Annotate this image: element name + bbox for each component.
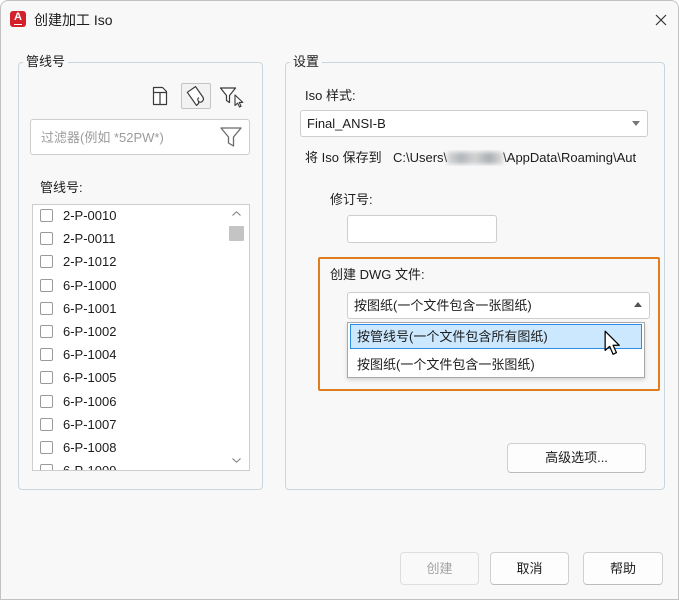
funnel-icon[interactable] [219,125,243,150]
redacted-username [447,152,504,164]
create-iso-dialog: A 创建加工 Iso 管线号 管线号: 2-P-00102-P-00112-P-… [0,0,679,600]
list-item-label: 6-P-1009 [63,463,117,471]
list-item-label: 6-P-1001 [63,300,117,316]
list-item-checkbox[interactable] [40,232,53,246]
tag-icon [186,85,205,107]
pipeline-listbox[interactable]: 2-P-0010 2-P-0011 2-P-1012 6-P-1000 6-P-1001… [32,204,250,471]
list-item-label: 6-P-1008 [63,439,117,455]
page-icon [152,86,168,106]
list-item-checkbox[interactable] [40,255,53,269]
create-dwg-option-by-pipeline[interactable]: 按管线号(一个文件包含所有图纸) [350,324,642,349]
list-item[interactable]: 6-P-1000 [33,274,227,297]
page-tool-button[interactable] [151,86,169,106]
app-icon-letter: A [14,11,22,23]
list-item-label: 6-P-1007 [63,416,117,432]
iso-style-dropdown[interactable]: Final_ANSI-B [300,110,648,137]
chevron-down-icon[interactable] [232,458,241,463]
filter-cursor-icon [219,87,244,108]
advanced-options-button[interactable]: 高级选项... [507,443,646,473]
close-button[interactable] [654,13,668,27]
list-item-checkbox[interactable] [40,209,53,222]
iso-style-label: Iso 样式: [305,88,356,103]
list-item[interactable]: 6-P-1007 [33,413,227,436]
create-dwg-selected: 按图纸(一个文件包含一张图纸) [354,298,532,313]
list-item-checkbox[interactable] [40,417,53,431]
create-dwg-dropdown[interactable]: 按图纸(一个文件包含一张图纸) [347,292,650,319]
list-scrollbar[interactable] [229,205,246,470]
pipeline-list-rows: 2-P-0010 2-P-0011 2-P-1012 6-P-1000 6-P-1001… [33,205,227,471]
settings-group: 设置 Iso 样式: Final_ANSI-B 将 Iso 保存到 C:\User… [285,54,665,490]
list-item-checkbox[interactable] [40,301,53,315]
list-item-checkbox[interactable] [40,278,53,292]
create-dwg-label: 创建 DWG 文件: [330,267,425,282]
list-item-label: 6-P-1006 [63,393,117,409]
revision-field [347,215,497,243]
chevron-up-icon[interactable] [232,211,241,216]
filter-field [30,119,250,155]
list-item-checkbox[interactable] [40,324,53,338]
save-location-label: 将 Iso 保存到 [305,150,382,165]
list-item[interactable]: 2-P-1012 [33,250,227,273]
filter-input[interactable] [31,120,249,154]
settings-group-legend: 设置 [290,54,323,70]
save-location-row: 将 Iso 保存到 C:\Users\ \AppData\Roaming\Aut [305,150,650,166]
revision-label: 修订号: [330,192,373,207]
list-item-checkbox[interactable] [40,464,53,470]
create-dwg-option-by-drawing[interactable]: 按图纸(一个文件包含一张图纸) [350,351,642,377]
cancel-button[interactable]: 取消 [490,552,569,585]
list-item[interactable]: 6-P-1002 [33,320,227,343]
list-item-label: 6-P-1002 [63,323,117,339]
list-item[interactable]: 6-P-1006 [33,390,227,413]
list-item-label: 6-P-1000 [63,277,117,293]
window-title: 创建加工 Iso [34,12,113,28]
list-item[interactable]: 2-P-0010 [33,205,227,227]
list-item-label: 2-P-1012 [63,254,117,270]
list-item-checkbox[interactable] [40,394,53,408]
pipeline-group-legend: 管线号 [23,54,69,70]
list-item-label: 6-P-1004 [63,347,117,363]
scrollbar-thumb[interactable] [229,226,244,241]
list-item-label: 2-P-0011 [63,231,116,247]
list-item-checkbox[interactable] [40,348,53,362]
list-item-label: 6-P-1005 [63,370,117,386]
save-path-end: \AppData\Roaming\Aut [503,150,637,165]
chevron-down-icon [632,121,640,126]
pipeline-group: 管线号 管线号: 2-P-0010 2-P-0011 2-P-1012 6-P-100… [18,54,263,490]
create-button[interactable]: 创建 [400,552,479,585]
iso-style-value: Final_ANSI-B [307,116,386,131]
list-item[interactable]: 6-P-1005 [33,366,227,389]
list-item-checkbox[interactable] [40,440,53,454]
autocad-app-icon: A [10,11,26,27]
save-path-start: C:\Users\ [393,150,448,165]
list-item-checkbox[interactable] [40,371,53,385]
list-item[interactable]: 6-P-1001 [33,297,227,320]
tag-tool-button[interactable] [181,83,211,109]
filter-selection-tool-button[interactable] [219,86,247,108]
pipeline-list-label: 管线号: [40,180,83,195]
help-button[interactable]: 帮助 [583,552,663,585]
chevron-up-icon [634,302,642,307]
list-item[interactable]: 6-P-1004 [33,343,227,366]
app-icon-bar [14,23,22,25]
list-item-label: 2-P-0010 [63,208,117,223]
list-item[interactable]: 2-P-0011 [33,227,227,250]
list-item[interactable]: 6-P-1008 [33,436,227,459]
close-icon [655,14,667,26]
list-item[interactable]: 6-P-1009 [33,459,227,471]
revision-input[interactable] [348,216,496,242]
create-dwg-options-list: 按管线号(一个文件包含所有图纸) 按图纸(一个文件包含一张图纸) [347,322,645,378]
